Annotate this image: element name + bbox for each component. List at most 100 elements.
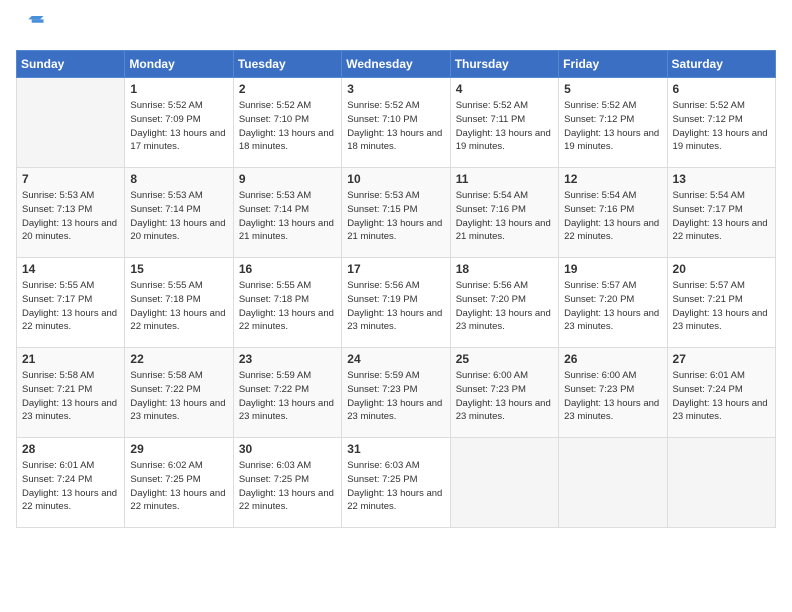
calendar-cell: 6 Sunrise: 5:52 AMSunset: 7:12 PMDaylight…: [667, 78, 775, 168]
day-info: Sunrise: 5:58 AMSunset: 7:22 PMDaylight:…: [130, 369, 227, 424]
day-info: Sunrise: 5:52 AMSunset: 7:11 PMDaylight:…: [456, 99, 553, 154]
day-info: Sunrise: 5:53 AMSunset: 7:14 PMDaylight:…: [239, 189, 336, 244]
day-number: 18: [456, 262, 553, 276]
day-info: Sunrise: 5:54 AMSunset: 7:17 PMDaylight:…: [673, 189, 770, 244]
day-number: 26: [564, 352, 661, 366]
day-info: Sunrise: 5:55 AMSunset: 7:18 PMDaylight:…: [130, 279, 227, 334]
day-number: 20: [673, 262, 770, 276]
day-number: 21: [22, 352, 119, 366]
calendar-cell: 12Sunrise: 5:54 AMSunset: 7:16 PMDayligh…: [559, 168, 667, 258]
day-info: Sunrise: 6:01 AMSunset: 7:24 PMDaylight:…: [22, 459, 119, 514]
calendar-cell: 3Sunrise: 5:52 AMSunset: 7:10 PMDaylight…: [342, 78, 450, 168]
day-number: 17: [347, 262, 444, 276]
calendar-cell: 1 Sunrise: 5:52 AMSunset: 7:09 PMDaylight…: [125, 78, 233, 168]
day-number: 22: [130, 352, 227, 366]
day-number: 7: [22, 172, 119, 186]
day-info: Sunrise: 5:53 AMSunset: 7:13 PMDaylight:…: [22, 189, 119, 244]
calendar-cell: 11 Sunrise: 5:54 AMSunset: 7:16 PMDayligh…: [450, 168, 558, 258]
calendar-cell: 18 Sunrise: 5:56 AMSunset: 7:20 PMDayligh…: [450, 258, 558, 348]
day-number: 23: [239, 352, 336, 366]
day-info: Sunrise: 5:57 AMSunset: 7:20 PMDaylight:…: [564, 279, 661, 334]
day-info: Sunrise: 5:57 AMSunset: 7:21 PMDaylight:…: [673, 279, 770, 334]
calendar-week-row: 28 Sunrise: 6:01 AMSunset: 7:24 PMDayligh…: [17, 438, 776, 528]
day-info: Sunrise: 5:55 AMSunset: 7:17 PMDaylight:…: [22, 279, 119, 334]
day-number: 24: [347, 352, 444, 366]
day-info: Sunrise: 5:52 AMSunset: 7:09 PMDaylight:…: [130, 99, 227, 154]
day-info: Sunrise: 5:59 AMSunset: 7:23 PMDaylight:…: [347, 369, 444, 424]
day-number: 10: [347, 172, 444, 186]
day-number: 19: [564, 262, 661, 276]
day-info: Sunrise: 6:00 AMSunset: 7:23 PMDaylight:…: [456, 369, 553, 424]
calendar-cell: 10Sunrise: 5:53 AMSunset: 7:15 PMDayligh…: [342, 168, 450, 258]
calendar-week-row: 7 Sunrise: 5:53 AMSunset: 7:13 PMDaylight…: [17, 168, 776, 258]
day-number: 5: [564, 82, 661, 96]
calendar-cell: 2Sunrise: 5:52 AMSunset: 7:10 PMDaylight…: [233, 78, 341, 168]
day-info: Sunrise: 5:56 AMSunset: 7:20 PMDaylight:…: [456, 279, 553, 334]
calendar-cell: 4 Sunrise: 5:52 AMSunset: 7:11 PMDaylight…: [450, 78, 558, 168]
calendar-week-row: 21 Sunrise: 5:58 AMSunset: 7:21 PMDayligh…: [17, 348, 776, 438]
day-number: 14: [22, 262, 119, 276]
day-number: 4: [456, 82, 553, 96]
day-info: Sunrise: 5:56 AMSunset: 7:19 PMDaylight:…: [347, 279, 444, 334]
calendar-cell: 15 Sunrise: 5:55 AMSunset: 7:18 PMDayligh…: [125, 258, 233, 348]
calendar-cell: 9 Sunrise: 5:53 AMSunset: 7:14 PMDaylight…: [233, 168, 341, 258]
calendar-cell: 20 Sunrise: 5:57 AMSunset: 7:21 PMDayligh…: [667, 258, 775, 348]
page-header: [16, 16, 776, 38]
day-number: 28: [22, 442, 119, 456]
day-info: Sunrise: 5:54 AMSunset: 7:16 PMDaylight:…: [564, 189, 661, 244]
logo-icon: [16, 16, 44, 38]
day-number: 25: [456, 352, 553, 366]
day-number: 6: [673, 82, 770, 96]
day-number: 30: [239, 442, 336, 456]
day-number: 8: [130, 172, 227, 186]
day-info: Sunrise: 6:00 AMSunset: 7:23 PMDaylight:…: [564, 369, 661, 424]
calendar-cell: 28 Sunrise: 6:01 AMSunset: 7:24 PMDayligh…: [17, 438, 125, 528]
day-info: Sunrise: 5:52 AMSunset: 7:12 PMDaylight:…: [564, 99, 661, 154]
day-number: 15: [130, 262, 227, 276]
col-saturday: Saturday: [667, 51, 775, 78]
col-thursday: Thursday: [450, 51, 558, 78]
day-number: 13: [673, 172, 770, 186]
day-info: Sunrise: 6:02 AMSunset: 7:25 PMDaylight:…: [130, 459, 227, 514]
day-info: Sunrise: 6:03 AMSunset: 7:25 PMDaylight:…: [239, 459, 336, 514]
calendar-cell: 27Sunrise: 6:01 AMSunset: 7:24 PMDayligh…: [667, 348, 775, 438]
calendar-cell: 26 Sunrise: 6:00 AMSunset: 7:23 PMDayligh…: [559, 348, 667, 438]
calendar-cell: 8Sunrise: 5:53 AMSunset: 7:14 PMDaylight…: [125, 168, 233, 258]
calendar-cell: 13 Sunrise: 5:54 AMSunset: 7:17 PMDayligh…: [667, 168, 775, 258]
calendar-cell: 24 Sunrise: 5:59 AMSunset: 7:23 PMDayligh…: [342, 348, 450, 438]
day-number: 9: [239, 172, 336, 186]
calendar-cell: 7 Sunrise: 5:53 AMSunset: 7:13 PMDaylight…: [17, 168, 125, 258]
calendar-cell: 19 Sunrise: 5:57 AMSunset: 7:20 PMDayligh…: [559, 258, 667, 348]
col-tuesday: Tuesday: [233, 51, 341, 78]
calendar-week-row: 1 Sunrise: 5:52 AMSunset: 7:09 PMDaylight…: [17, 78, 776, 168]
day-info: Sunrise: 6:01 AMSunset: 7:24 PMDaylight:…: [673, 369, 770, 424]
day-info: Sunrise: 5:52 AMSunset: 7:12 PMDaylight:…: [673, 99, 770, 154]
calendar-cell: 31Sunrise: 6:03 AMSunset: 7:25 PMDayligh…: [342, 438, 450, 528]
col-sunday: Sunday: [17, 51, 125, 78]
calendar-cell: 25 Sunrise: 6:00 AMSunset: 7:23 PMDayligh…: [450, 348, 558, 438]
col-friday: Friday: [559, 51, 667, 78]
day-info: Sunrise: 5:55 AMSunset: 7:18 PMDaylight:…: [239, 279, 336, 334]
day-info: Sunrise: 5:54 AMSunset: 7:16 PMDaylight:…: [456, 189, 553, 244]
day-number: 1: [130, 82, 227, 96]
day-number: 2: [239, 82, 336, 96]
calendar-cell: 5 Sunrise: 5:52 AMSunset: 7:12 PMDaylight…: [559, 78, 667, 168]
day-info: Sunrise: 5:58 AMSunset: 7:21 PMDaylight:…: [22, 369, 119, 424]
day-number: 11: [456, 172, 553, 186]
col-wednesday: Wednesday: [342, 51, 450, 78]
day-info: Sunrise: 5:52 AMSunset: 7:10 PMDaylight:…: [347, 99, 444, 154]
day-number: 29: [130, 442, 227, 456]
day-number: 31: [347, 442, 444, 456]
calendar-cell: [17, 78, 125, 168]
calendar-cell: 14 Sunrise: 5:55 AMSunset: 7:17 PMDayligh…: [17, 258, 125, 348]
day-number: 16: [239, 262, 336, 276]
calendar-cell: 22 Sunrise: 5:58 AMSunset: 7:22 PMDayligh…: [125, 348, 233, 438]
calendar-cell: 21 Sunrise: 5:58 AMSunset: 7:21 PMDayligh…: [17, 348, 125, 438]
calendar-cell: 17 Sunrise: 5:56 AMSunset: 7:19 PMDayligh…: [342, 258, 450, 348]
calendar-cell: [559, 438, 667, 528]
calendar-cell: 16 Sunrise: 5:55 AMSunset: 7:18 PMDayligh…: [233, 258, 341, 348]
calendar-table: Sunday Monday Tuesday Wednesday Thursday…: [16, 50, 776, 528]
calendar-cell: 30 Sunrise: 6:03 AMSunset: 7:25 PMDayligh…: [233, 438, 341, 528]
calendar-header-row: Sunday Monday Tuesday Wednesday Thursday…: [17, 51, 776, 78]
calendar-cell: [450, 438, 558, 528]
